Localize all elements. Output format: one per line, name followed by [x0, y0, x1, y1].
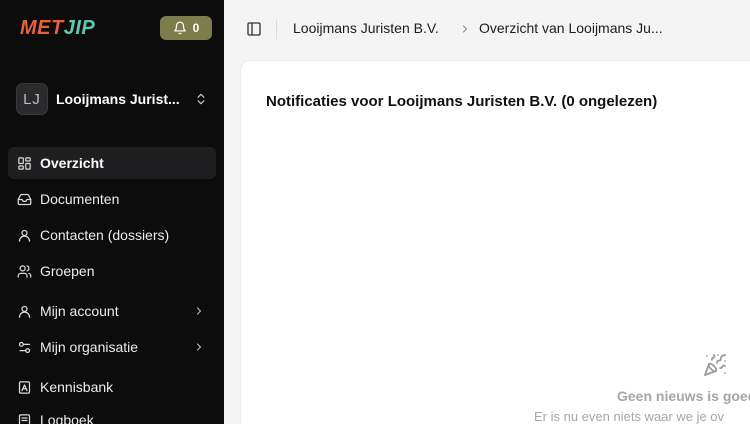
- divider: [276, 19, 277, 39]
- chevron-right-icon: [196, 307, 202, 315]
- layout-grid-icon: [18, 156, 31, 170]
- empty-state-subtitle: Er is nu even niets waar we je ov: [534, 409, 725, 424]
- sidebar: METJIP 0 LJ Looijmans Jurist... Overzich…: [0, 0, 224, 424]
- sidebar-item-label: Contacten (dossiers): [40, 227, 170, 243]
- org-avatar: LJ: [16, 83, 48, 115]
- sidebar-item-mijn-account[interactable]: Mijn account: [8, 295, 216, 327]
- top-bar: Looijmans Juristen B.V. Overzicht van Lo…: [224, 0, 750, 58]
- sidebar-item-contacten[interactable]: Contacten (dossiers): [8, 219, 216, 251]
- settings-sliders-icon: [18, 341, 31, 353]
- sidebar-item-documenten[interactable]: Documenten: [8, 183, 216, 215]
- logo-text-2: JIP: [63, 17, 96, 39]
- party-popper-icon: [704, 354, 726, 376]
- sidebar-item-overzicht[interactable]: Overzicht: [8, 147, 216, 179]
- sidebar-item-mijn-organisatie[interactable]: Mijn organisatie: [8, 331, 216, 363]
- bell-icon: [173, 21, 186, 35]
- list-icon: [18, 413, 31, 424]
- users-icon: [17, 264, 32, 278]
- panel-left-icon[interactable]: [246, 21, 262, 37]
- chevron-right-icon: [196, 343, 202, 351]
- app-logo[interactable]: METJIP: [20, 17, 95, 40]
- sidebar-item-label: Logboek: [40, 412, 94, 424]
- chevron-right-icon: [462, 25, 468, 33]
- sidebar-item-groepen[interactable]: Groepen: [8, 255, 216, 287]
- user-icon: [18, 229, 31, 242]
- page-title: Notificaties voor Looijmans Juristen B.V…: [266, 93, 658, 110]
- sidebar-item-label: Overzicht: [40, 155, 104, 171]
- logo-text-1: MET: [20, 17, 64, 39]
- notifications-count: 0: [192, 21, 200, 35]
- book-icon: [18, 380, 31, 394]
- breadcrumb-current: Overzicht van Looijmans Ju...: [479, 20, 663, 36]
- brand-row: METJIP 0: [0, 0, 224, 58]
- user-icon: [18, 305, 31, 318]
- organization-switcher[interactable]: LJ Looijmans Jurist...: [16, 83, 208, 115]
- inbox-icon: [17, 193, 32, 205]
- sidebar-item-label: Mijn organisatie: [40, 339, 139, 355]
- breadcrumb-org[interactable]: Looijmans Juristen B.V.: [293, 20, 439, 36]
- sidebar-item-label: Kennisbank: [40, 379, 114, 395]
- sidebar-item-label: Groepen: [40, 263, 95, 279]
- sidebar-item-label: Documenten: [40, 191, 120, 207]
- notifications-card: Notificaties voor Looijmans Juristen B.V…: [240, 60, 750, 424]
- org-name: Looijmans Jurist...: [56, 91, 180, 107]
- sidebar-item-logboek[interactable]: Logboek: [8, 404, 216, 424]
- notifications-button[interactable]: 0: [160, 16, 212, 40]
- chevrons-up-down-icon: [197, 93, 205, 105]
- sidebar-item-label: Mijn account: [40, 303, 119, 319]
- empty-state-title: Geen nieuws is goed: [617, 388, 750, 404]
- sidebar-item-kennisbank[interactable]: Kennisbank: [8, 371, 216, 403]
